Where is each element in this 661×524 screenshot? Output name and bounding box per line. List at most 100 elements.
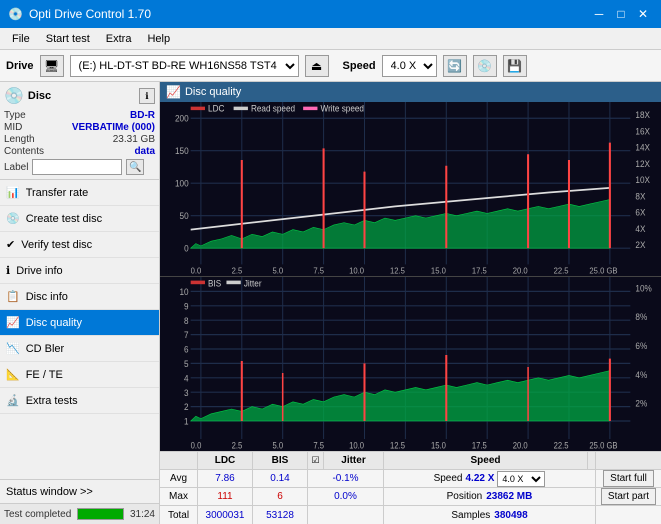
drive-info-label: Drive info (16, 265, 62, 277)
disc-label-row: Label 🔍 (4, 159, 155, 175)
svg-text:8: 8 (184, 315, 189, 326)
nav-disc-info[interactable]: 📋 Disc info (0, 284, 159, 310)
chart-header: 📈 Disc quality (160, 82, 661, 102)
start-full-button[interactable]: Start full (603, 470, 654, 487)
menu-file[interactable]: File (4, 28, 38, 50)
stats-avg-bis: 0.14 (253, 470, 308, 487)
menu-bar: File Start test Extra Help (0, 28, 661, 50)
disc-mid-value: VERBATIMe (000) (72, 122, 155, 133)
svg-text:1: 1 (184, 416, 189, 427)
status-section: Status window >> Test completed 31:24 (0, 479, 159, 524)
svg-text:3: 3 (184, 387, 189, 398)
verify-test-disc-label: Verify test disc (21, 239, 92, 251)
minimize-button[interactable]: ─ (589, 4, 609, 24)
nav-drive-info[interactable]: ℹ Drive info (0, 258, 159, 284)
svg-text:22.5: 22.5 (554, 266, 569, 276)
svg-text:LDC: LDC (208, 103, 224, 114)
svg-text:17.5: 17.5 (472, 440, 487, 451)
svg-text:17.5: 17.5 (472, 266, 487, 276)
disc-header-left: 💿 Disc (4, 86, 51, 106)
svg-text:0.0: 0.0 (191, 266, 202, 276)
svg-text:5: 5 (184, 358, 189, 369)
nav-transfer-rate[interactable]: 📊 Transfer rate (0, 180, 159, 206)
svg-text:Jitter: Jitter (244, 278, 262, 289)
nav-extra-tests[interactable]: 🔬 Extra tests (0, 388, 159, 414)
save-button[interactable]: 💾 (503, 55, 527, 77)
title-bar: 💿 Opti Drive Control 1.70 ─ □ ✕ (0, 0, 661, 28)
disc-mid-label: MID (4, 122, 22, 133)
progress-bar-fill (78, 509, 123, 519)
nav-verify-test-disc[interactable]: ✔ Verify test disc (0, 232, 159, 258)
stats-max-ldc: 111 (198, 488, 253, 505)
charts-area: 200 150 100 50 0 18X 16X 14X 12X 10X 8X … (160, 102, 661, 451)
svg-text:15.0: 15.0 (431, 266, 446, 276)
svg-text:8%: 8% (635, 312, 647, 323)
svg-text:12.5: 12.5 (390, 266, 405, 276)
nav-fe-te[interactable]: 📐 FE / TE (0, 362, 159, 388)
svg-text:200: 200 (175, 113, 189, 124)
svg-text:10X: 10X (635, 175, 650, 186)
stats-jitter-check[interactable]: ☑ (308, 452, 324, 469)
disc-info-btn[interactable]: ℹ (139, 88, 155, 104)
svg-text:10%: 10% (635, 283, 651, 294)
extra-tests-icon: 🔬 (6, 394, 20, 407)
disc-mid-row: MID VERBATIMe (000) (4, 122, 155, 133)
eject-button[interactable]: ⏏ (305, 55, 329, 77)
verify-test-disc-icon: ✔ (6, 238, 15, 251)
stats-header-blank (160, 452, 198, 469)
maximize-button[interactable]: □ (611, 4, 631, 24)
nav-disc-quality[interactable]: 📈 Disc quality (0, 310, 159, 336)
speed-select[interactable]: 4.0 X (382, 55, 437, 77)
svg-text:7.5: 7.5 (313, 440, 324, 451)
disc-button[interactable]: 💿 (473, 55, 497, 77)
menu-help[interactable]: Help (139, 28, 178, 50)
svg-text:5.0: 5.0 (272, 440, 283, 451)
stats-col-right (596, 452, 661, 469)
transfer-rate-icon: 📊 (6, 186, 20, 199)
stats-speed-value: 4.22 X (466, 473, 495, 484)
menu-extra[interactable]: Extra (98, 28, 140, 50)
disc-contents-row: Contents data (4, 146, 155, 157)
stats-samples-row: Samples 380498 (384, 506, 596, 524)
disc-quality-label: Disc quality (26, 317, 82, 329)
svg-text:6%: 6% (635, 340, 647, 351)
svg-text:10.0: 10.0 (349, 266, 364, 276)
disc-label-search-btn[interactable]: 🔍 (126, 159, 144, 175)
stats-col-sep (588, 452, 596, 469)
svg-text:6: 6 (184, 344, 189, 355)
svg-text:10.0: 10.0 (349, 440, 364, 451)
stats-speed-row: Speed 4.22 X 4.0 X (384, 470, 596, 487)
status-window-btn[interactable]: Status window >> (0, 480, 159, 504)
app-title: Opti Drive Control 1.70 (29, 7, 151, 21)
start-part-button[interactable]: Start part (601, 488, 656, 505)
drive-bar: Drive 🖥 (E:) HL-DT-ST BD-RE WH16NS58 TST… (0, 50, 661, 82)
status-window-label: Status window >> (6, 486, 93, 498)
stats-total-ldc: 3000031 (198, 506, 253, 524)
disc-length-label: Length (4, 134, 35, 145)
svg-text:2.5: 2.5 (232, 440, 243, 451)
stats-bar: LDC BIS ☑ Jitter Speed Avg 7.86 0.14 -0.… (160, 451, 661, 524)
disc-label-input[interactable] (32, 159, 122, 175)
drive-icon: 🖥 (40, 55, 64, 77)
chart-top-svg: 200 150 100 50 0 18X 16X 14X 12X 10X 8X … (160, 102, 661, 276)
menu-start-test[interactable]: Start test (38, 28, 98, 50)
drive-select[interactable]: (E:) HL-DT-ST BD-RE WH16NS58 TST4 (70, 55, 299, 77)
close-button[interactable]: ✕ (633, 4, 653, 24)
extra-tests-label: Extra tests (26, 395, 78, 407)
nav-create-test-disc[interactable]: 💿 Create test disc (0, 206, 159, 232)
svg-text:10: 10 (180, 286, 189, 297)
nav-cd-bler[interactable]: 📉 CD Bler (0, 336, 159, 362)
refresh-button[interactable]: 🔄 (443, 55, 467, 77)
stats-position-row: Position 23862 MB (384, 488, 596, 505)
status-text: Test completed (4, 509, 71, 520)
drive-label: Drive (6, 60, 34, 72)
fe-te-icon: 📐 (6, 368, 20, 381)
svg-text:0.0: 0.0 (191, 440, 202, 451)
stats-bottom-right-blank (596, 506, 661, 524)
svg-text:2%: 2% (635, 398, 647, 409)
svg-text:12X: 12X (635, 158, 650, 169)
disc-type-label: Type (4, 110, 26, 121)
stats-speed-select[interactable]: 4.0 X (497, 471, 545, 487)
stats-header-ldc: LDC (198, 452, 253, 469)
disc-section: 💿 Disc ℹ Type BD-R MID VERBATIMe (000) L… (0, 82, 159, 180)
